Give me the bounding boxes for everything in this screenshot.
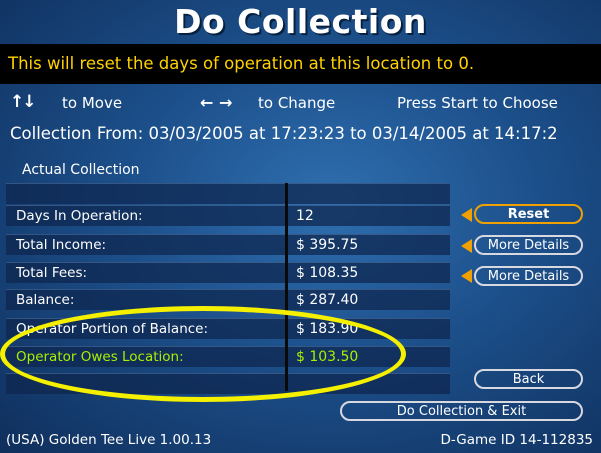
row-value: $ 108.35 [296, 265, 359, 281]
row-label: Days In Operation: [16, 208, 143, 224]
income-more-details-button[interactable]: More Details [474, 235, 583, 255]
page-title: Do Collection [174, 2, 427, 41]
collection-date-range: Collection From: 03/03/2005 at 17:23:23 … [10, 124, 558, 143]
row-label: Total Income: [16, 237, 107, 253]
up-down-arrows-icon: ↑↓ [10, 92, 36, 112]
reset-selector-arrow-icon [461, 208, 472, 222]
do-collection-exit-button[interactable]: Do Collection & Exit [340, 401, 583, 421]
table-header-row [6, 183, 450, 204]
table-row-total-fees: Total Fees: $ 108.35 [6, 262, 450, 283]
highlight-oval [0, 306, 406, 402]
back-button[interactable]: Back [474, 369, 583, 389]
version-label: (USA) Golden Tee Live 1.00.13 [6, 432, 212, 448]
left-right-arrows-icon: ← → [200, 93, 233, 112]
more-details-arrow-icon [461, 239, 472, 253]
fees-more-details-button[interactable]: More Details [474, 266, 583, 286]
row-label: Balance: [16, 292, 75, 308]
table-row-days-in-operation: Days In Operation: 12 [6, 205, 450, 226]
table-row-total-income: Total Income: $ 395.75 [6, 234, 450, 255]
section-label: Actual Collection [22, 162, 140, 178]
game-id-label: D-Game ID 14-112835 [440, 432, 594, 448]
move-hint: to Move [62, 94, 123, 112]
press-start-hint: Press Start to Choose [397, 94, 558, 112]
reset-warning-message: This will reset the days of operation at… [0, 44, 601, 84]
row-value: $ 287.40 [296, 292, 359, 308]
row-label: Total Fees: [16, 265, 88, 281]
row-value: $ 395.75 [296, 237, 359, 253]
reset-button[interactable]: Reset [474, 204, 583, 224]
row-value: 12 [296, 208, 314, 224]
change-hint: to Change [258, 94, 336, 112]
more-details-arrow-icon [461, 269, 472, 283]
